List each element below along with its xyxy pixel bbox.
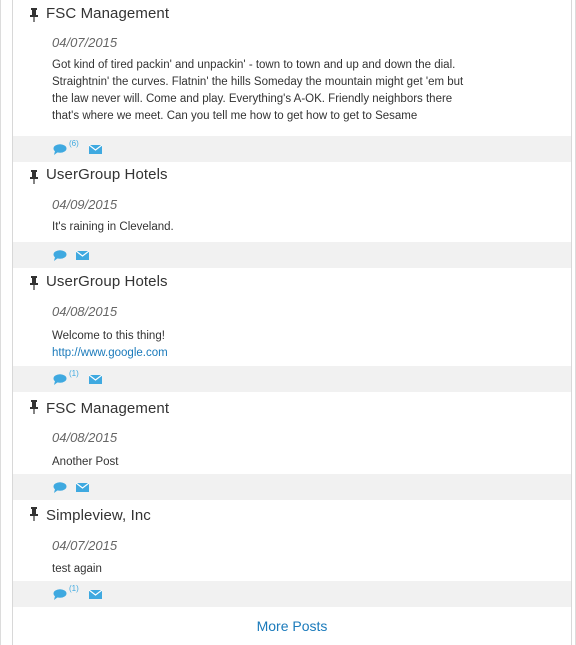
post-body-line: It's raining in Cleveland. bbox=[52, 221, 174, 233]
more-posts-link[interactable]: More Posts bbox=[13, 618, 571, 634]
post-body: test again bbox=[52, 561, 564, 578]
pin-icon bbox=[30, 507, 38, 521]
post-actions: (1) bbox=[13, 581, 571, 607]
comment-icon[interactable] bbox=[53, 374, 67, 385]
post-item: UserGroup Hotels 04/08/2015 Welcome to t… bbox=[13, 268, 571, 392]
post-body-line: Got kind of tired packin' and unpackin' … bbox=[52, 59, 456, 71]
post-actions: (1) bbox=[13, 366, 571, 392]
mail-icon[interactable] bbox=[76, 251, 89, 260]
post-body: Got kind of tired packin' and unpackin' … bbox=[52, 57, 564, 125]
post-body-line: test again bbox=[52, 563, 102, 575]
post-body: It's raining in Cleveland. bbox=[52, 219, 564, 236]
pin-icon bbox=[30, 276, 38, 290]
post-actions: (6) bbox=[13, 136, 571, 162]
comment-count[interactable]: (6) bbox=[69, 139, 79, 148]
post-item: Simpleview, Inc 04/07/2015 test again (1… bbox=[13, 499, 571, 607]
mail-icon[interactable] bbox=[89, 375, 102, 384]
comment-icon[interactable] bbox=[53, 589, 67, 600]
pin-icon bbox=[30, 400, 38, 414]
comment-count[interactable]: (1) bbox=[69, 369, 79, 378]
post-item: FSC Management 04/07/2015 Got kind of ti… bbox=[13, 0, 571, 162]
post-actions bbox=[13, 242, 571, 268]
post-feed: FSC Management 04/07/2015 Got kind of ti… bbox=[0, 0, 576, 645]
post-author[interactable]: UserGroup Hotels bbox=[46, 273, 168, 290]
post-date: 04/07/2015 bbox=[52, 35, 118, 50]
post-date: 04/07/2015 bbox=[52, 538, 118, 553]
post-body: Welcome to this thing! http://www.google… bbox=[52, 328, 564, 362]
comment-icon[interactable] bbox=[53, 144, 67, 155]
post-author[interactable]: Simpleview, Inc bbox=[46, 507, 151, 524]
post-item: UserGroup Hotels 04/09/2015 It's raining… bbox=[13, 162, 571, 268]
post-body: Another Post bbox=[52, 454, 564, 471]
post-date: 04/08/2015 bbox=[52, 304, 118, 319]
comment-count[interactable]: (1) bbox=[69, 584, 79, 593]
post-item: FSC Management 04/08/2015 Another Post bbox=[13, 392, 571, 500]
post-body-line: the law never will. Come and play. Every… bbox=[52, 93, 453, 105]
mail-icon[interactable] bbox=[89, 145, 102, 154]
post-body-line: Another Post bbox=[52, 456, 119, 468]
post-date: 04/09/2015 bbox=[52, 197, 118, 212]
post-body-line: Straightnin' the curves. Flatnin' the hi… bbox=[52, 76, 464, 88]
comment-icon[interactable] bbox=[53, 482, 67, 493]
feed-frame: FSC Management 04/07/2015 Got kind of ti… bbox=[12, 0, 572, 645]
post-body-line: Welcome to this thing! bbox=[52, 330, 165, 342]
post-body-line: that's where we meet. Can you tell me ho… bbox=[52, 110, 418, 122]
post-author[interactable]: FSC Management bbox=[46, 400, 169, 417]
post-date: 04/08/2015 bbox=[52, 430, 118, 445]
post-actions bbox=[13, 474, 571, 500]
mail-icon[interactable] bbox=[89, 590, 102, 599]
pin-icon bbox=[30, 8, 38, 22]
post-author[interactable]: FSC Management bbox=[46, 5, 169, 22]
post-link[interactable]: http://www.google.com bbox=[52, 347, 168, 359]
mail-icon[interactable] bbox=[76, 483, 89, 492]
post-author[interactable]: UserGroup Hotels bbox=[46, 166, 168, 183]
comment-icon[interactable] bbox=[53, 250, 67, 261]
pin-icon bbox=[30, 170, 38, 184]
